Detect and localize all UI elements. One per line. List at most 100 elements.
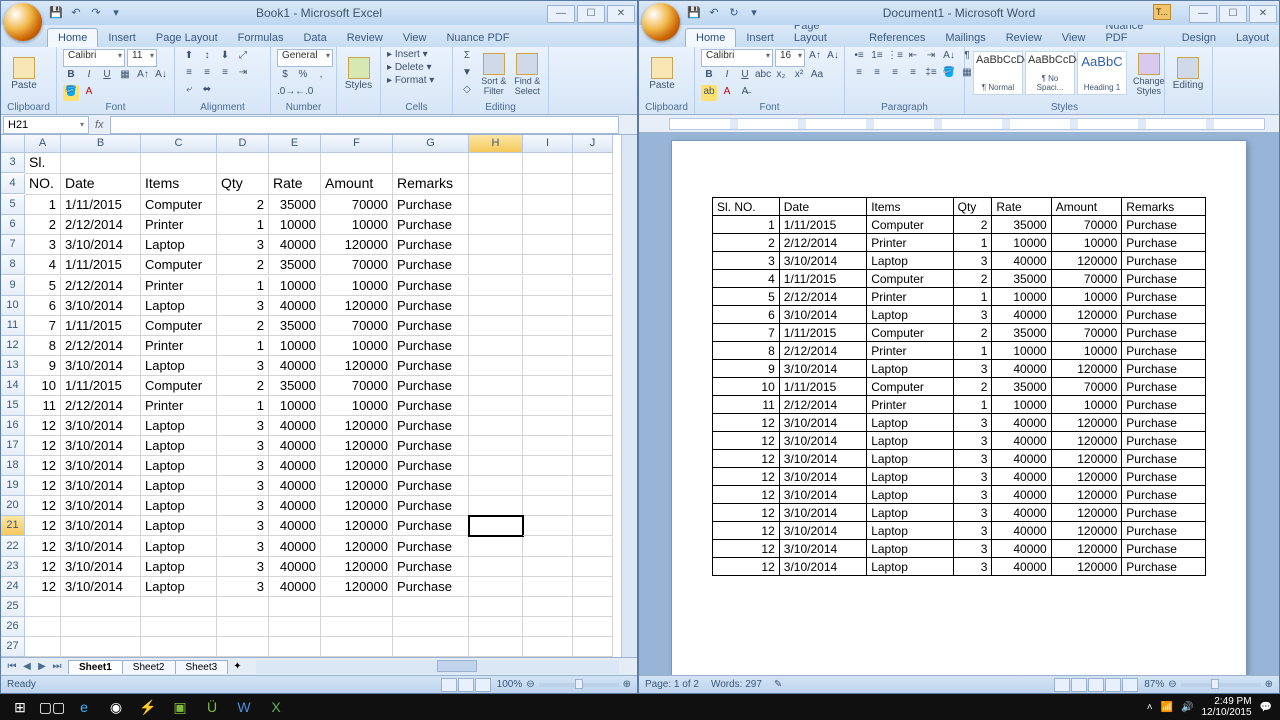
wrap-text-button[interactable]: ⤶	[181, 83, 197, 99]
table-cell[interactable]: Laptop	[867, 306, 953, 324]
table-header-cell[interactable]: Date	[779, 198, 866, 216]
cell-F8[interactable]: 70000	[321, 255, 393, 275]
table-cell[interactable]: Laptop	[867, 486, 953, 504]
edge-icon[interactable]: e	[68, 695, 100, 719]
find-select-button[interactable]: Find & Select	[513, 49, 543, 99]
cell-A27[interactable]	[25, 637, 61, 657]
align-right-button[interactable]: ≡	[217, 66, 233, 82]
cell-I27[interactable]	[523, 637, 573, 657]
cell-E22[interactable]: 40000	[269, 537, 321, 557]
cell-C26[interactable]	[141, 617, 217, 637]
column-header-I[interactable]: I	[523, 135, 573, 153]
table-cell[interactable]: 4	[713, 270, 780, 288]
cell-D4[interactable]: Qty	[217, 174, 269, 195]
cell-G4[interactable]: Remarks	[393, 174, 469, 195]
cell-H12[interactable]	[469, 336, 523, 356]
cell-E10[interactable]: 40000	[269, 296, 321, 316]
table-cell[interactable]: Laptop	[867, 360, 953, 378]
cell-C12[interactable]: Printer	[141, 336, 217, 356]
indent-button[interactable]: ⇥	[235, 66, 251, 82]
table-row[interactable]: 123/10/2014Laptop340000120000Purchase	[713, 486, 1206, 504]
table-cell[interactable]: 120000	[1051, 450, 1122, 468]
zoom-in-button[interactable]: ⊕	[623, 679, 631, 690]
table-cell[interactable]: Laptop	[867, 558, 953, 576]
cell-A5[interactable]: 1	[25, 195, 61, 215]
table-cell[interactable]: 40000	[992, 252, 1051, 270]
cell-I6[interactable]	[523, 215, 573, 235]
cell-I10[interactable]	[523, 296, 573, 316]
maximize-button[interactable]: ☐	[1219, 5, 1247, 23]
number-format-combo[interactable]: General	[277, 49, 333, 67]
task-view-button[interactable]: ▢▢	[36, 695, 68, 719]
table-cell[interactable]: 70000	[1051, 216, 1122, 234]
ribbon-tab-view[interactable]: View	[1052, 29, 1096, 47]
cell-B21[interactable]: 3/10/2014	[61, 516, 141, 536]
cell-B18[interactable]: 3/10/2014	[61, 456, 141, 476]
view-fullscreen-button[interactable]	[1071, 678, 1087, 692]
table-row[interactable]: 101/11/2015Computer23500070000Purchase	[713, 378, 1206, 396]
table-cell[interactable]: Purchase	[1122, 306, 1206, 324]
cell-G16[interactable]: Purchase	[393, 416, 469, 436]
cell-J11[interactable]	[573, 316, 613, 336]
cell-A19[interactable]: 12	[25, 476, 61, 496]
cell-H8[interactable]	[469, 255, 523, 275]
cell-B8[interactable]: 1/11/2015	[61, 255, 141, 275]
table-cell[interactable]: 3	[953, 486, 992, 504]
sheet-nav-next[interactable]: ▶	[35, 661, 49, 672]
table-cell[interactable]: 1	[713, 216, 780, 234]
ribbon-tab-mailings[interactable]: Mailings	[935, 29, 995, 47]
row-header-15[interactable]: 15	[1, 396, 25, 416]
cell-C5[interactable]: Computer	[141, 195, 217, 215]
table-cell[interactable]: 10000	[1051, 288, 1122, 306]
cell-G17[interactable]: Purchase	[393, 436, 469, 456]
cell-I11[interactable]	[523, 316, 573, 336]
table-cell[interactable]: 3/10/2014	[779, 522, 866, 540]
cell-A17[interactable]: 12	[25, 436, 61, 456]
bold-button[interactable]: B	[63, 68, 79, 84]
cell-B27[interactable]	[61, 637, 141, 657]
proofing-icon[interactable]: ✎	[774, 679, 782, 690]
cell-H9[interactable]	[469, 276, 523, 296]
line-spacing-button[interactable]: ‡≡	[923, 66, 939, 82]
table-cell[interactable]: 10	[713, 378, 780, 396]
ribbon-tab-home[interactable]: Home	[47, 28, 98, 47]
cell-E18[interactable]: 40000	[269, 456, 321, 476]
column-header-D[interactable]: D	[217, 135, 269, 153]
zoom-out-button[interactable]: ⊖	[526, 679, 534, 690]
sort-filter-button[interactable]: Sort & Filter	[479, 49, 509, 99]
cell-G7[interactable]: Purchase	[393, 235, 469, 255]
chrome-icon[interactable]: ◉	[100, 695, 132, 719]
font-name-combo[interactable]: Calibri	[701, 49, 773, 67]
table-cell[interactable]: 6	[713, 306, 780, 324]
cell-I19[interactable]	[523, 476, 573, 496]
table-cell[interactable]: 2	[953, 216, 992, 234]
row-header-11[interactable]: 11	[1, 316, 25, 336]
insert-cells-button[interactable]: ▸ Insert ▾	[387, 49, 434, 60]
italic-button[interactable]: I	[719, 68, 735, 84]
cell-D19[interactable]: 3	[217, 476, 269, 496]
cell-H22[interactable]	[469, 537, 523, 557]
view-print-button[interactable]	[1054, 678, 1070, 692]
cell-A13[interactable]: 9	[25, 356, 61, 376]
style--normal[interactable]: AaBbCcDc¶ Normal	[973, 51, 1023, 95]
save-icon[interactable]: 💾	[49, 6, 63, 20]
start-button[interactable]: ⊞	[4, 695, 36, 719]
cell-D15[interactable]: 1	[217, 396, 269, 416]
cell-F15[interactable]: 10000	[321, 396, 393, 416]
cell-C7[interactable]: Laptop	[141, 235, 217, 255]
sheet-nav-last[interactable]: ⏭	[50, 661, 64, 672]
table-cell[interactable]: 3	[953, 540, 992, 558]
editing-button[interactable]: Editing	[1171, 49, 1205, 99]
cell-G27[interactable]	[393, 637, 469, 657]
cell-D12[interactable]: 1	[217, 336, 269, 356]
paste-button[interactable]: Paste	[7, 49, 41, 99]
cell-A11[interactable]: 7	[25, 316, 61, 336]
word-ruler[interactable]	[639, 115, 1279, 133]
table-cell[interactable]: Printer	[867, 234, 953, 252]
column-header-J[interactable]: J	[573, 135, 613, 153]
cell-J18[interactable]	[573, 456, 613, 476]
row-header-9[interactable]: 9	[1, 276, 25, 296]
table-row[interactable]: 123/10/2014Laptop340000120000Purchase	[713, 450, 1206, 468]
cell-C25[interactable]	[141, 597, 217, 617]
justify-button[interactable]: ≡	[905, 66, 921, 82]
